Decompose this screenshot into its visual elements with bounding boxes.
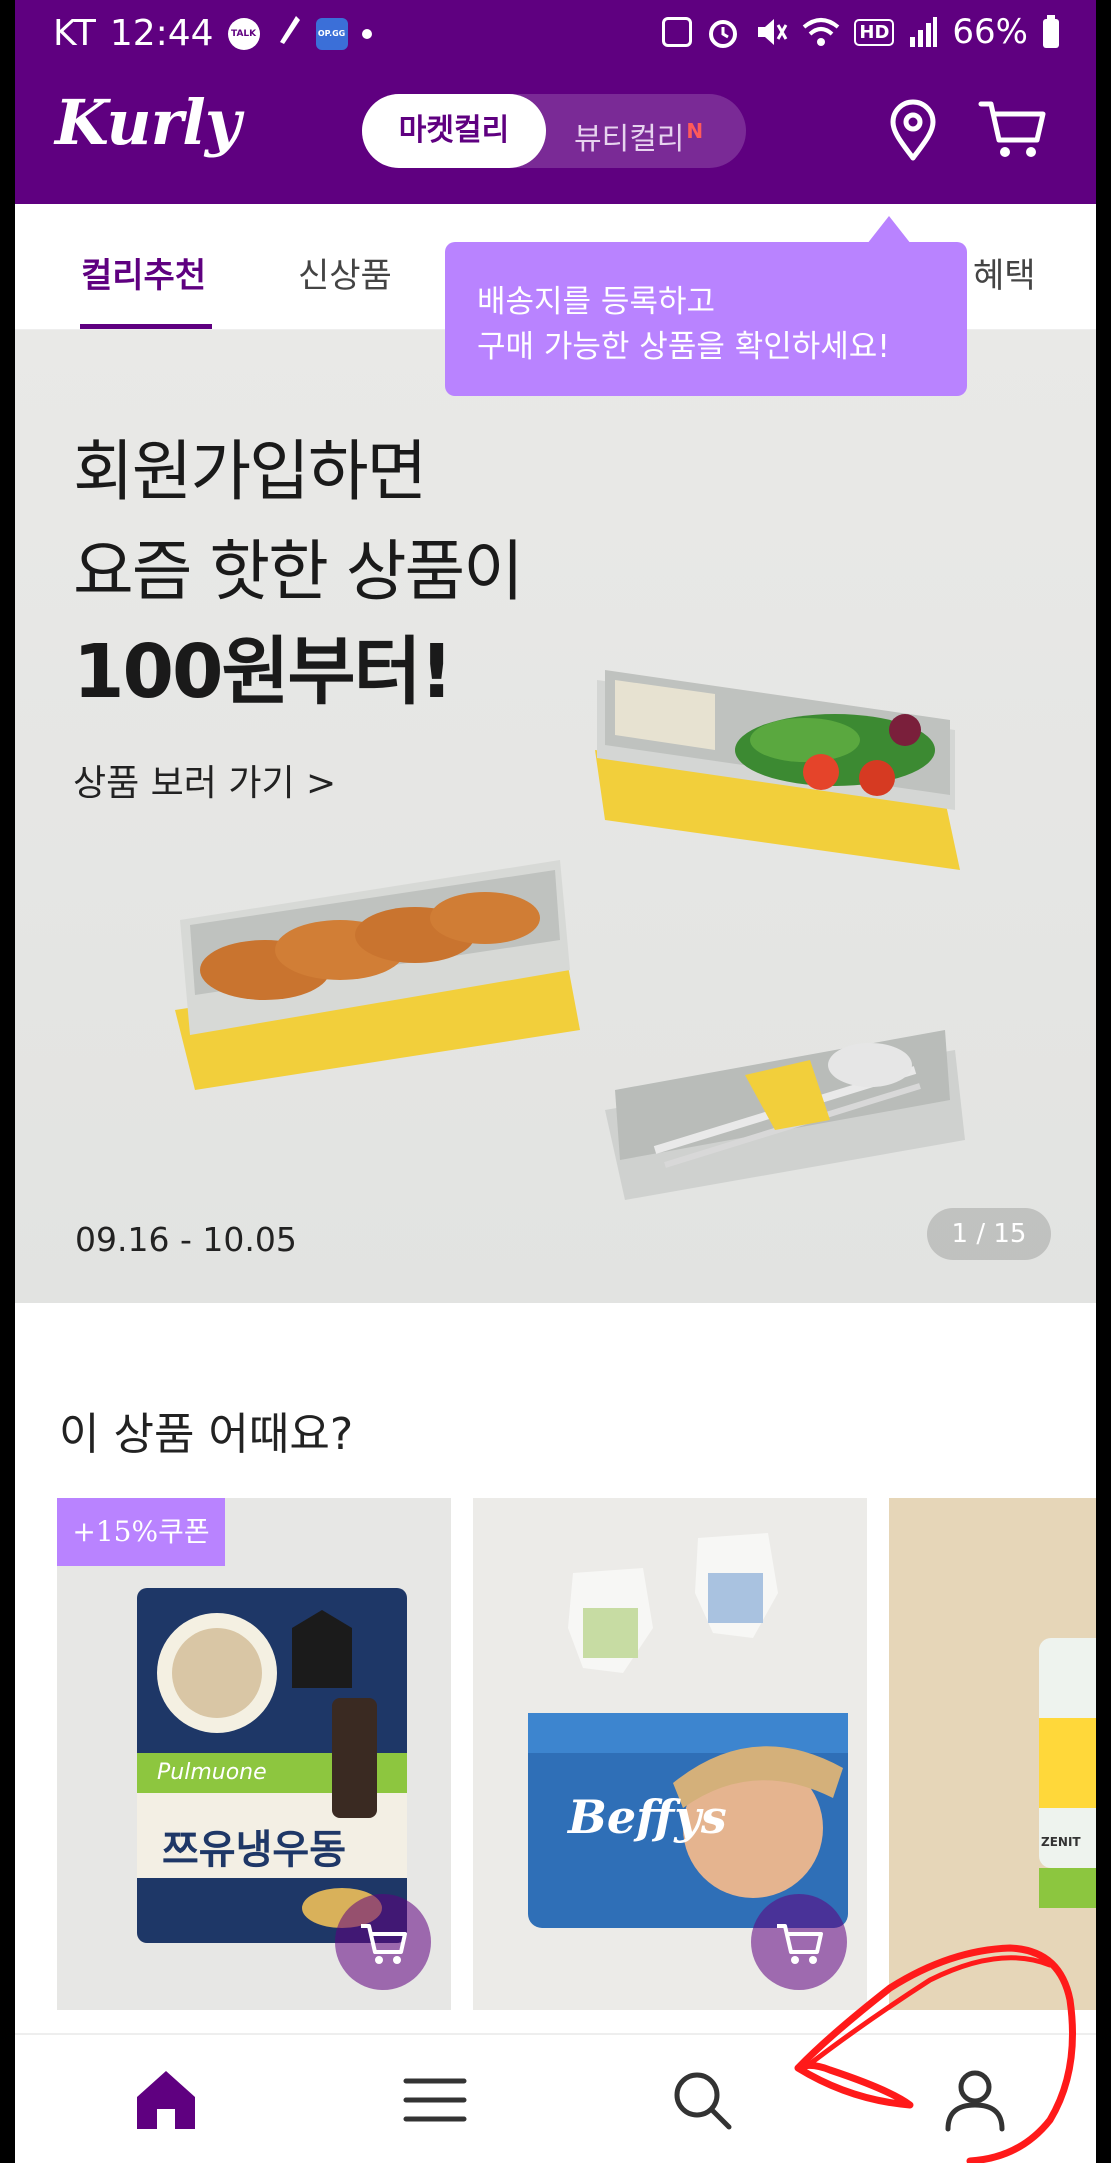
product-card[interactable]: Pulmuone 쯔유냉우동 +15%쿠폰	[57, 1498, 451, 2010]
banner-page-indicator: 1 / 15	[927, 1208, 1051, 1260]
add-to-cart-button[interactable]	[335, 1894, 431, 1990]
hd-icon: HD	[854, 18, 895, 46]
opgg-icon: OP.GG	[315, 17, 348, 50]
beauty-kurly-tab[interactable]: 뷰티컬리 N	[574, 94, 703, 168]
signal-icon	[910, 17, 938, 47]
banner-line-2: 요즘 핫한 상품이	[73, 533, 524, 610]
udon-name-text: 쯔유냉우동	[162, 1827, 346, 1873]
mute-icon	[758, 19, 788, 45]
clock-label: 12:44	[109, 13, 214, 54]
status-left: KT 12:44 TALK OP.GG	[53, 12, 372, 55]
tab-kurly-recommend[interactable]: 컬리추천	[81, 248, 206, 297]
tab-benefits[interactable]: 혜택	[973, 248, 1036, 297]
cart-icon	[777, 1924, 823, 1964]
beffys-text: Beffys	[566, 1790, 727, 1844]
kurly-logo[interactable]: Kurly	[55, 86, 241, 159]
banner-line-1: 회원가입하면	[73, 433, 427, 510]
cart-icon[interactable]	[977, 98, 1049, 162]
location-pin-icon[interactable]	[885, 98, 941, 162]
add-to-cart-button[interactable]	[751, 1894, 847, 1990]
banner-line-3: 100원부터!	[73, 629, 453, 715]
my-page-icon[interactable]	[940, 2065, 1010, 2135]
battery-label: 66%	[952, 12, 1028, 52]
pen-icon	[274, 12, 302, 55]
kurly-app: KT 12:44 TALK OP.GG HD 66% Kurly 마켓컬리 뷰티…	[15, 0, 1096, 2163]
promo-banner[interactable]: 회원가입하면 요즘 핫한 상품이 100원부터! 상품 보러 가기 > 09.1…	[15, 330, 1096, 1303]
alarm-icon	[709, 20, 738, 48]
market-switch: 마켓컬리 뷰티컬리 N	[362, 94, 746, 168]
notification-dot-icon	[361, 28, 372, 39]
pulmuone-text: Pulmuone	[157, 1760, 267, 1785]
carrier-label: KT	[53, 13, 96, 54]
banner-cta-link[interactable]: 상품 보러 가기 >	[73, 754, 336, 806]
active-tab-indicator	[80, 324, 212, 329]
tooltip-line-2: 구매 가능한 상품을 확인하세요!	[477, 329, 890, 365]
zenit-text: ZENIT	[1041, 1835, 1081, 1849]
talk-icon: TALK	[227, 17, 260, 50]
banner-date: 09.16 - 10.05	[75, 1220, 297, 1259]
product-card[interactable]: Beffys	[473, 1498, 867, 2010]
home-icon[interactable]	[131, 2065, 201, 2135]
search-icon[interactable]	[667, 2065, 737, 2135]
new-badge: N	[686, 119, 704, 143]
recommend-section-title: 이 상품 어때요?	[59, 1409, 354, 1460]
cart-icon	[361, 1924, 407, 1964]
banner-headline: 회원가입하면 요즘 핫한 상품이 100원부터!	[73, 422, 524, 722]
product-card[interactable]: ZENIT	[889, 1498, 1096, 2010]
tooltip-line-1: 배송지를 등록하고	[477, 284, 716, 320]
bottom-navigation	[15, 2033, 1096, 2163]
address-tooltip[interactable]: 배송지를 등록하고 구매 가능한 상품을 확인하세요!	[445, 216, 967, 396]
menu-icon[interactable]	[400, 2065, 470, 2135]
status-bar: KT 12:44 TALK OP.GG HD 66%	[15, 0, 1096, 64]
battery-icon	[1043, 15, 1059, 48]
coupon-badge: +15%쿠폰	[57, 1498, 225, 1566]
market-kurly-tab[interactable]: 마켓컬리	[362, 94, 546, 168]
recycle-icon	[662, 17, 693, 47]
toothpaste-product-image: ZENIT	[1039, 1638, 1096, 1908]
wifi-icon	[803, 18, 840, 46]
tab-new-products[interactable]: 신상품	[298, 248, 392, 297]
beauty-kurly-label: 뷰티컬리	[574, 122, 685, 157]
status-right: HD 66%	[662, 12, 1060, 52]
app-header: Kurly 마켓컬리 뷰티컬리 N	[15, 64, 1096, 204]
